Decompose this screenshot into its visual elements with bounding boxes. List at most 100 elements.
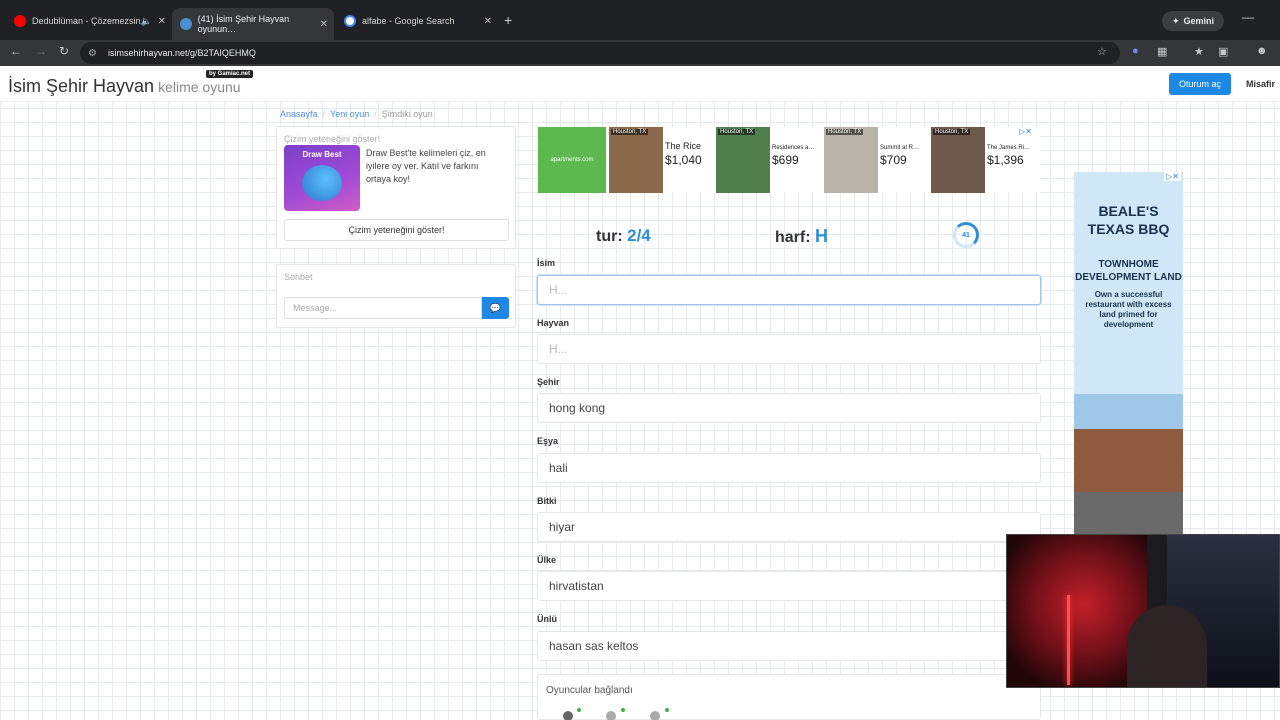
ad-building-photo [1074, 394, 1183, 534]
brand-subtitle: kelime oyunu [158, 79, 241, 95]
minimize-icon[interactable]: — [1242, 10, 1254, 24]
ad-location: Houston, TX [611, 129, 649, 135]
extension-icon[interactable]: ● [1132, 45, 1139, 57]
field-label-hayvan: Hayvan [537, 318, 570, 328]
top-ad-banner[interactable]: apartments.com Houston, TX The Rice $1,04… [538, 127, 1040, 193]
url-field[interactable]: ⚙ isimsehirhayvan.net/g/B2TAIQEHMQ [80, 42, 1120, 64]
ad-photo [716, 127, 770, 193]
promo-panel: Çizim yeteneğini göster! Draw Best Draw … [276, 126, 516, 249]
esya-input[interactable]: hali [537, 453, 1041, 483]
chat-panel: Sohbet Message... 💬 [276, 264, 516, 328]
back-icon[interactable]: ← [10, 44, 22, 58]
close-tab-icon[interactable]: ✕ [484, 16, 492, 27]
players-status: Oyuncular bağlandı [546, 685, 633, 696]
ulke-input[interactable]: hirvatistan [537, 571, 1041, 601]
bitki-input[interactable]: hiyar [537, 512, 1041, 542]
close-tab-icon[interactable]: ✕ [158, 16, 166, 27]
login-button[interactable]: Oturum aç [1169, 73, 1231, 95]
tab-isim-sehir-hayvan[interactable]: (41) İsim Şehir Hayvan oyunun… ✕ [172, 8, 334, 40]
chat-message-input[interactable]: Message... [284, 297, 482, 319]
ad-subheadline: TOWNHOME DEVELOPMENT LAND [1075, 259, 1182, 283]
ad-card[interactable]: Houston, TX The James Ri… $1,396 [931, 127, 1040, 193]
chat-bubble-icon: 💬 [489, 302, 502, 313]
breadcrumb-home[interactable]: Anasayfa [280, 109, 318, 119]
ad-card[interactable]: Houston, TX Residences a… $699 [716, 127, 822, 193]
guest-menu[interactable]: Misafir [1246, 79, 1275, 89]
ad-location: Houston, TX [826, 129, 864, 135]
ad-name: Summit at R… [880, 145, 920, 151]
online-dot-icon [577, 708, 581, 712]
letter-indicator: harf: H [775, 226, 828, 247]
page: İsim Şehir Hayvan kelime oyunu by Gamiac.… [0, 66, 1280, 720]
site-info-icon[interactable]: ⚙ [88, 48, 97, 59]
ad-location: Houston, TX [718, 129, 756, 135]
unlu-input[interactable]: hasan sas keltos [537, 631, 1041, 661]
ad-price: $699 [772, 153, 799, 167]
field-label-unlu: Ünlü [537, 614, 557, 624]
letter-value: H [815, 226, 829, 246]
hayvan-input[interactable]: H... [537, 334, 1041, 364]
bookmark-star-icon[interactable]: ☆ [1097, 45, 1107, 58]
gemini-button[interactable]: ✦ Gemini [1162, 11, 1225, 31]
players-panel: Oyuncular bağlandı [537, 674, 1041, 720]
breadcrumb-current: Şimdiki oyun [381, 109, 433, 119]
ad-name: The Rice [665, 141, 702, 151]
online-dot-icon [621, 708, 625, 712]
reload-icon[interactable]: ↻ [59, 44, 69, 58]
gemini-label: Gemini [1183, 16, 1215, 26]
breadcrumb-new-game[interactable]: Yeni oyun [330, 109, 369, 119]
brush-icon [302, 165, 342, 201]
promo-button[interactable]: Çizim yeteneğini göster! [284, 219, 509, 241]
round-label: tur: [596, 228, 623, 245]
youtube-favicon-icon [14, 15, 26, 27]
profile-icon[interactable]: ☻ [1256, 45, 1268, 57]
webcam-overlay [1006, 534, 1280, 688]
tab-dedubluman[interactable]: Dedublüman - Çözemezsin 🔈 ✕ [6, 8, 172, 34]
ad-headline: BEALE'S TEXAS BBQ [1087, 203, 1170, 237]
promo-text: Draw Best'te kelimeleri çiz, en iyilere … [366, 148, 486, 184]
bookmarks-icon[interactable]: ★ [1194, 45, 1204, 58]
tab-search-icon[interactable]: ▣ [1218, 45, 1228, 58]
new-tab-button[interactable]: + [504, 12, 512, 28]
site-brand[interactable]: İsim Şehir Hayvan kelime oyunu [8, 76, 241, 97]
chat-send-button[interactable]: 💬 [482, 297, 509, 319]
round-value: 2/4 [627, 226, 651, 245]
site-header: İsim Şehir Hayvan kelime oyunu by Gamiac.… [0, 66, 1280, 102]
browser-tab-bar: Dedublüman - Çözemezsin 🔈 ✕ (41) İsim Şe… [0, 0, 1280, 40]
draw-best-image[interactable]: Draw Best [284, 145, 360, 211]
forward-icon[interactable]: → [35, 44, 47, 58]
ad-logo: apartments.com [538, 127, 606, 193]
ad-card[interactable]: Houston, TX The Rice $1,040 [609, 127, 715, 193]
webcam-led-light [1067, 595, 1070, 685]
ad-body: Own a successful restaurant with excess … [1085, 290, 1172, 329]
online-dot-icon [665, 708, 669, 712]
field-label-bitki: Bitki [537, 496, 557, 506]
close-tab-icon[interactable]: ✕ [320, 19, 328, 30]
extensions-puzzle-icon[interactable]: ▦ [1157, 45, 1167, 58]
side-ad[interactable]: ▷✕ BEALE'S TEXAS BBQ TOWNHOME DEVELOPMEN… [1074, 172, 1183, 534]
countdown-timer: 41 [953, 222, 979, 248]
sehir-input[interactable]: hong kong [537, 393, 1041, 423]
ad-photo [931, 127, 985, 193]
isim-input[interactable]: H... [537, 275, 1041, 305]
round-indicator: tur: 2/4 [596, 226, 651, 246]
speaker-icon[interactable]: 🔈 [141, 16, 152, 27]
ad-location: Houston, TX [933, 129, 971, 135]
player-avatar-icon [563, 711, 573, 720]
ad-photo [609, 127, 663, 193]
breadcrumb: Anasayfa / Yeni oyun / Şimdiki oyun [280, 109, 433, 119]
adchoices-icon[interactable]: ▷✕ [1019, 127, 1032, 136]
tab-google-search[interactable]: alfabe - Google Search ✕ [336, 8, 498, 34]
webcam-background [1007, 535, 1147, 687]
draw-best-label: Draw Best [302, 150, 342, 159]
promo-title: Çizim yeteneğini göster! [284, 134, 381, 144]
adchoices-icon[interactable]: ▷✕ [1164, 172, 1181, 181]
tab-label: (41) İsim Şehir Hayvan oyunun… [197, 14, 290, 34]
ad-price: $1,396 [987, 153, 1024, 167]
ad-card[interactable]: Houston, TX Summit at R… $709 [824, 127, 930, 193]
ad-name: The James Ri… [987, 145, 1031, 151]
field-label-sehir: Şehir [537, 377, 560, 387]
google-favicon-icon [344, 15, 356, 27]
field-label-ulke: Ülke [537, 555, 557, 565]
url-text: isimsehirhayvan.net/g/B2TAIQEHMQ [108, 48, 256, 58]
